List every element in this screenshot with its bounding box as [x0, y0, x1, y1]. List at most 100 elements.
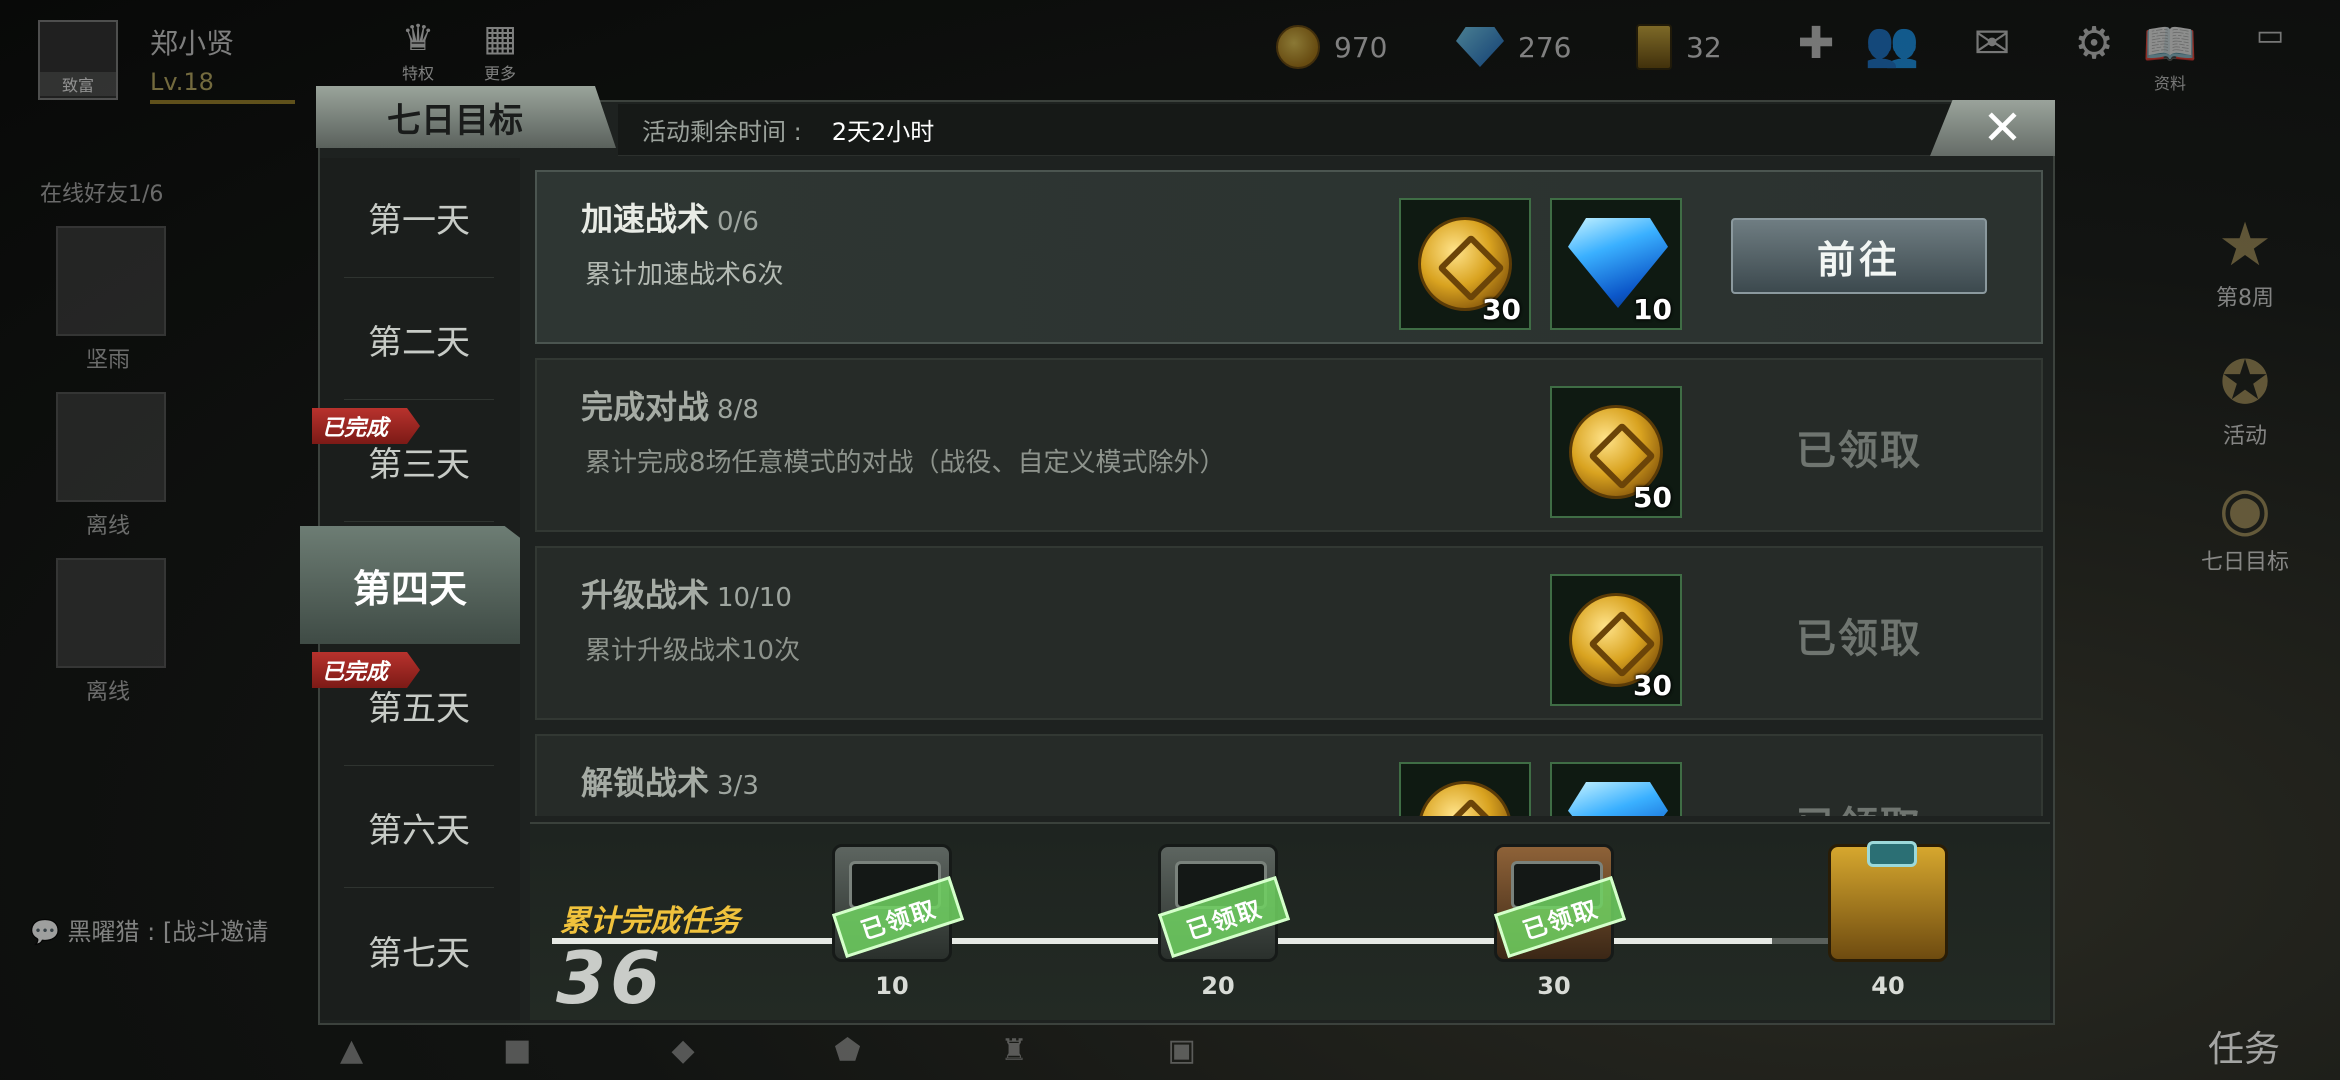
day-label: 第一天 — [368, 201, 470, 241]
card-amount: 32 — [1686, 30, 1722, 64]
grid-icon: ▦ — [482, 18, 517, 59]
more-button[interactable]: ▦ 更多 — [472, 18, 528, 84]
book-icon: 📖 — [2142, 19, 2198, 70]
claimed-status: 已领取 — [1731, 794, 1987, 816]
reward-quantity: 50 — [1633, 481, 1672, 514]
friends-button[interactable]: 👥 — [1862, 18, 1922, 70]
claimed-status: 已领取 — [1796, 428, 1922, 474]
tab-day-6[interactable]: 第六天 — [344, 768, 494, 888]
milestone-label: 10 — [875, 972, 909, 1000]
remaining-time-value: 2天2小时 — [831, 118, 935, 146]
nav-icon[interactable]: ⬟ — [835, 1033, 861, 1068]
day-label: 第六天 — [368, 811, 470, 851]
milestone-chest-40[interactable] — [1818, 838, 1958, 968]
completed-badge: 已完成 — [312, 652, 420, 688]
reward-quantity: 10 — [1633, 293, 1672, 326]
gold-coin-icon — [1276, 25, 1320, 69]
level-progress-bar — [150, 100, 295, 104]
player-avatar[interactable]: 致富 — [38, 20, 118, 100]
privilege-button[interactable]: ♛ 特权 — [390, 18, 446, 84]
task-row: 升级战术 10/10 累计升级战术10次 30 已领取 — [535, 546, 2043, 720]
reward-quantity: 30 — [1633, 669, 1672, 702]
task-progress: 10/10 — [717, 583, 792, 613]
day-label: 第五天 — [368, 689, 470, 729]
task-row: 完成对战 8/8 累计完成8场任意模式的对战（战役、自定义模式除外） 50 已领取 — [535, 358, 2043, 532]
diamond-currency: 276 — [1456, 22, 1571, 72]
friend-status: 离线 — [86, 514, 131, 539]
nav-icon[interactable]: ◆ — [671, 1033, 694, 1068]
task-button[interactable]: 任务 — [2208, 1020, 2280, 1072]
plus-icon: ✚ — [1797, 18, 1835, 69]
seven-day-button[interactable]: ◉ 七日目标 — [2190, 474, 2300, 576]
reward-slot[interactable] — [1399, 762, 1531, 816]
player-name: 郑小贤 — [150, 27, 235, 60]
dialog-title: 七日目标 — [316, 86, 616, 148]
task-title: 升级战术 10/10 — [581, 570, 792, 616]
task-list[interactable]: 加速战术 0/6 累计加速战术6次 30 10 前往 完成对战 8/8 累计完成8场… — [533, 168, 2045, 816]
gold-currency: 970 — [1276, 22, 1387, 72]
nav-icon[interactable]: ▲ — [340, 1033, 363, 1068]
task-name: 解锁战术 — [581, 764, 710, 802]
chat-message[interactable]: 💬 黑曜猎 : [战斗邀请 — [30, 912, 268, 947]
tab-day-2[interactable]: 第二天 — [344, 280, 494, 400]
task-description: 累计升级战术10次 — [585, 636, 801, 666]
more-label: 更多 — [483, 64, 516, 83]
task-row: 解锁战术3/3 已领取 — [535, 734, 2043, 816]
diamond-amount: 276 — [1518, 30, 1572, 64]
day-label: 第三天 — [368, 445, 470, 485]
friend-portrait[interactable] — [56, 558, 166, 668]
tab-day-1[interactable]: 第一天 — [344, 158, 494, 278]
friends-panel-background: 在线好友1/6 坚雨 离线 离线 — [20, 170, 200, 870]
reward-slot[interactable] — [1550, 762, 1682, 816]
dialog-header: 活动剩余时间 : 2天2小时 — [618, 104, 2055, 156]
weekly-button[interactable]: ★ 第8周 — [2190, 210, 2300, 312]
tab-day-7[interactable]: 第七天 — [344, 890, 494, 1010]
milestone-chest-20[interactable]: 已领取 — [1148, 838, 1291, 968]
avatar-tag: 致富 — [40, 72, 116, 96]
milestone-label: 30 — [1537, 972, 1571, 1000]
friend-portrait[interactable] — [56, 392, 166, 502]
tab-day-4[interactable]: 第四天 — [300, 526, 520, 644]
milestone-chest-30[interactable]: 已领取 — [1484, 838, 1627, 968]
completed-badge: 已完成 — [312, 408, 420, 444]
go-button[interactable]: 前往 — [1731, 218, 1987, 294]
add-currency-button[interactable]: ✚ — [1786, 18, 1846, 69]
task-progress: 0/6 — [717, 207, 759, 237]
day-label: 第二天 — [368, 323, 470, 363]
mail-button[interactable]: ✉ — [1962, 18, 2022, 69]
milestone-chest-10[interactable]: 已领取 — [822, 838, 965, 968]
day-label: 第七天 — [368, 933, 470, 974]
activity-button[interactable]: ✪ 活动 — [2190, 348, 2300, 450]
player-level: Lv.18 — [150, 68, 214, 96]
reward-slot[interactable]: 30 — [1550, 574, 1682, 706]
privilege-label: 特权 — [401, 64, 434, 83]
chat-text: 黑曜猎 : [战斗邀请 — [67, 918, 269, 946]
friend-status: 离线 — [86, 680, 131, 705]
claimed-status: 已领取 — [1796, 616, 1922, 662]
crown-icon: ♛ — [401, 18, 435, 59]
task-progress: 3/3 — [717, 771, 759, 801]
reward-slot[interactable]: 50 — [1550, 386, 1682, 518]
nav-icon[interactable]: ♜ — [1001, 1033, 1028, 1068]
bottom-navigation: ▲ ■ ◆ ⬟ ♜ ▣ — [280, 1020, 1980, 1080]
card-currency: 32 — [1636, 22, 1722, 72]
friends-icon: 👥 — [1864, 19, 1920, 70]
chat-icon: 💬 — [30, 918, 60, 946]
task-title: 完成对战 8/8 — [581, 382, 759, 428]
reward-slot[interactable]: 30 — [1399, 198, 1531, 330]
task-name: 完成对战 — [581, 388, 710, 426]
friend-portrait[interactable] — [56, 226, 166, 336]
task-description: 累计加速战术6次 — [585, 260, 784, 290]
settings-button[interactable]: ⚙ — [2064, 18, 2124, 69]
diamond-icon — [1568, 782, 1668, 816]
profile-button[interactable]: 📖 资料 — [2140, 18, 2200, 94]
activity-label: 活动 — [2222, 424, 2267, 449]
coin-stack-icon: ◉ — [2218, 474, 2272, 544]
nav-icon[interactable]: ▣ — [1168, 1033, 1196, 1068]
nav-icon[interactable]: ■ — [503, 1033, 531, 1068]
day-tabs: 第一天 第二天 第三天 已完成 第四天 第五天 已完成 第六天 第七天 — [300, 158, 520, 1020]
week-label: 第8周 — [2216, 286, 2274, 311]
reward-slot[interactable]: 10 — [1550, 198, 1682, 330]
gold-amount: 970 — [1334, 30, 1388, 64]
task-name: 加速战术 — [581, 200, 710, 238]
